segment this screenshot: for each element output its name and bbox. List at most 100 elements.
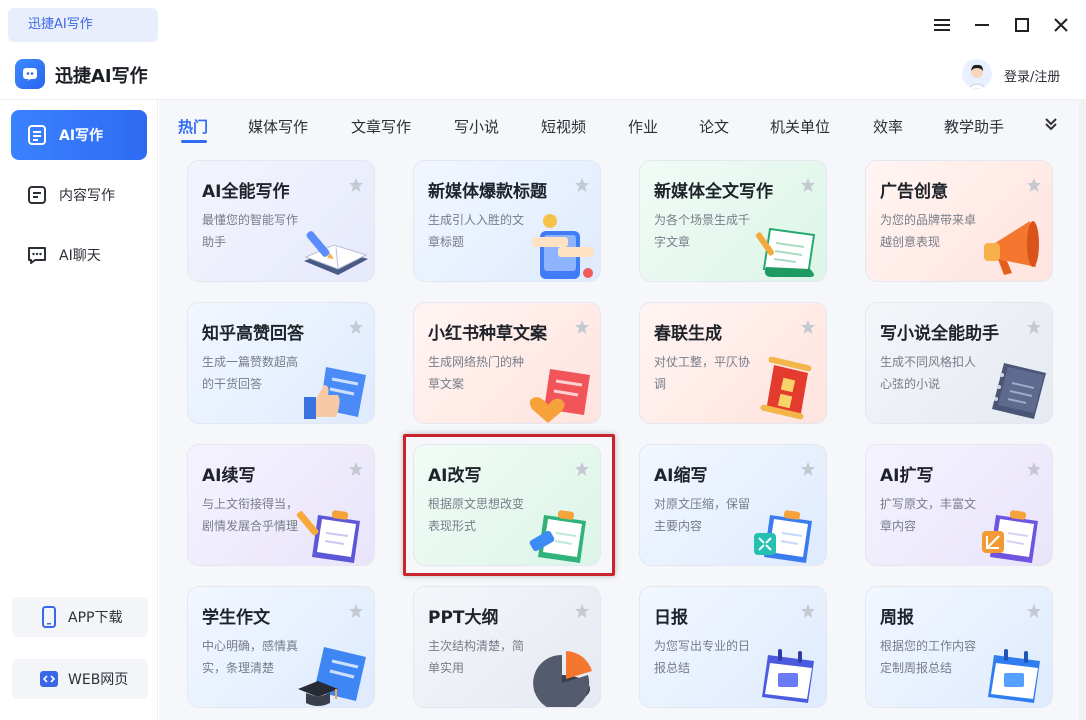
tab-homework[interactable]: 作业 (628, 116, 658, 137)
scrollbar[interactable] (1079, 100, 1085, 720)
tab-efficiency[interactable]: 效率 (873, 116, 903, 137)
tab-teaching-assistant[interactable]: 教学助手 (944, 116, 1004, 137)
sidebar-item-label: 内容写作 (59, 188, 115, 204)
login-register-link[interactable]: 登录/注册 (1004, 66, 1060, 85)
app-logo-icon (15, 59, 45, 89)
app-download-label: APP下载 (68, 610, 123, 626)
sidebar-item-content-writing[interactable]: 内容写作 (11, 170, 147, 220)
star-icon[interactable] (574, 319, 590, 335)
card-ai-all-round-writing[interactable]: AI全能写作 最懂您的智能写作助手 (187, 160, 375, 282)
card-desc: 根据原文思想改变表现形式 (428, 497, 525, 533)
tab-novel[interactable]: 写小说 (454, 116, 499, 137)
card-title: 新媒体全文写作 (654, 182, 773, 202)
tab-hot[interactable]: 热门 (178, 116, 208, 137)
sidebar-item-label: AI写作 (59, 128, 104, 144)
star-icon[interactable] (348, 461, 364, 477)
card-title: AI扩写 (880, 466, 934, 486)
card-desc: 与上文衔接得当，剧情发展合乎情理 (202, 497, 299, 533)
close-icon[interactable] (1046, 10, 1076, 40)
card-desc: 为各个场景生成千字文章 (654, 213, 751, 249)
card-desc: 生成网络热门的种草文案 (428, 355, 525, 391)
card-title: 知乎高赞回答 (202, 324, 304, 344)
tab-government[interactable]: 机关单位 (770, 116, 830, 137)
app-download-button[interactable]: APP下载 (12, 597, 148, 637)
app-tab[interactable]: 迅捷AI写作 (8, 8, 158, 42)
book-icon (25, 123, 49, 147)
star-icon[interactable] (800, 461, 816, 477)
tab-article-writing[interactable]: 文章写作 (351, 116, 411, 137)
phone-icon (38, 606, 60, 628)
star-icon[interactable] (574, 177, 590, 193)
card-desc: 中心明确，感情真实，条理清楚 (202, 639, 299, 675)
chevron-down-icon[interactable] (1041, 114, 1061, 134)
maximize-icon[interactable] (1007, 10, 1037, 40)
card-desc: 根据您的工作内容定制周报总结 (880, 639, 977, 675)
app-header: 迅捷AI写作 登录/注册 (0, 50, 1086, 100)
web-code-icon (38, 668, 60, 690)
pie-chart-icon (522, 637, 600, 707)
card-spring-couplets[interactable]: 春联生成 对仗工整，平仄协调 (639, 302, 827, 424)
star-icon[interactable] (1026, 319, 1042, 335)
card-viral-titles[interactable]: 新媒体爆款标题 生成引人入胜的文章标题 (413, 160, 601, 282)
card-title: AI续写 (202, 466, 256, 486)
card-xiaohongshu[interactable]: 小红书种草文案 生成网络热门的种草文案 (413, 302, 601, 424)
weekly-calendar-icon (974, 637, 1052, 707)
card-ai-expand[interactable]: AI扩写 扩写原文，丰富文章内容 (865, 444, 1053, 566)
graduation-cap-icon (296, 637, 374, 707)
card-zhihu-answer[interactable]: 知乎高赞回答 生成一篇赞数超高的干货回答 (187, 302, 375, 424)
card-title: 广告创意 (880, 182, 948, 202)
star-icon[interactable] (1026, 603, 1042, 619)
star-icon[interactable] (800, 319, 816, 335)
card-ad-creative[interactable]: 广告创意 为您的品牌带来卓越创意表现 (865, 160, 1053, 282)
clipboard-pen-icon (296, 495, 374, 565)
card-weekly-report[interactable]: 周报 根据您的工作内容定制周报总结 (865, 586, 1053, 708)
active-tab-underline (181, 140, 207, 143)
avatar[interactable] (962, 59, 992, 89)
tab-media-writing[interactable]: 媒体写作 (248, 116, 308, 137)
app-name: 迅捷AI写作 (55, 66, 148, 87)
card-desc: 对仗工整，平仄协调 (654, 355, 751, 391)
card-student-essay[interactable]: 学生作文 中心明确，感情真实，条理清楚 (187, 586, 375, 708)
card-title: 写小说全能助手 (880, 324, 999, 344)
card-novel-assistant[interactable]: 写小说全能助手 生成不同风格扣人心弦的小说 (865, 302, 1053, 424)
thumbs-up-icon (296, 353, 374, 423)
star-icon[interactable] (574, 603, 590, 619)
card-title: AI缩写 (654, 466, 708, 486)
web-page-button[interactable]: WEB网页 (12, 659, 148, 699)
couplet-scroll-icon (748, 353, 826, 423)
sidebar-item-ai-chat[interactable]: AI聊天 (11, 230, 147, 280)
tab-short-video[interactable]: 短视频 (541, 116, 586, 137)
card-ai-rewrite[interactable]: AI改写 根据原文思想改变表现形式 (413, 444, 601, 566)
star-icon[interactable] (1026, 461, 1042, 477)
card-ai-continue[interactable]: AI续写 与上文衔接得当，剧情发展合乎情理 (187, 444, 375, 566)
card-title: 小红书种草文案 (428, 324, 547, 344)
star-icon[interactable] (348, 177, 364, 193)
card-ppt-outline[interactable]: PPT大纲 主次结构清楚，简单实用 (413, 586, 601, 708)
card-title: PPT大纲 (428, 608, 499, 628)
daily-calendar-icon (748, 637, 826, 707)
star-icon[interactable] (574, 461, 590, 477)
notebook-icon (974, 353, 1052, 423)
menu-icon[interactable] (927, 10, 957, 40)
card-desc: 最懂您的智能写作助手 (202, 213, 299, 249)
star-icon[interactable] (348, 603, 364, 619)
minimize-icon[interactable] (967, 10, 997, 40)
clipboard-shrink-icon (748, 495, 826, 565)
tab-thesis[interactable]: 论文 (699, 116, 729, 137)
sidebar-item-ai-writing[interactable]: AI写作 (11, 110, 147, 160)
star-icon[interactable] (348, 319, 364, 335)
star-icon[interactable] (1026, 177, 1042, 193)
card-full-article[interactable]: 新媒体全文写作 为各个场景生成千字文章 (639, 160, 827, 282)
card-title: 春联生成 (654, 324, 722, 344)
card-desc: 对原文压缩，保留主要内容 (654, 497, 751, 533)
megaphone-icon (974, 211, 1052, 281)
card-ai-shorten[interactable]: AI缩写 对原文压缩，保留主要内容 (639, 444, 827, 566)
card-desc: 扩写原文，丰富文章内容 (880, 497, 977, 533)
sidebar-item-label: AI聊天 (59, 248, 101, 264)
star-icon[interactable] (800, 177, 816, 193)
card-daily-report[interactable]: 日报 为您写出专业的日报总结 (639, 586, 827, 708)
card-title: 周报 (880, 608, 914, 628)
card-desc: 生成不同风格扣人心弦的小说 (880, 355, 977, 391)
star-icon[interactable] (800, 603, 816, 619)
clipboard-expand-icon (974, 495, 1052, 565)
